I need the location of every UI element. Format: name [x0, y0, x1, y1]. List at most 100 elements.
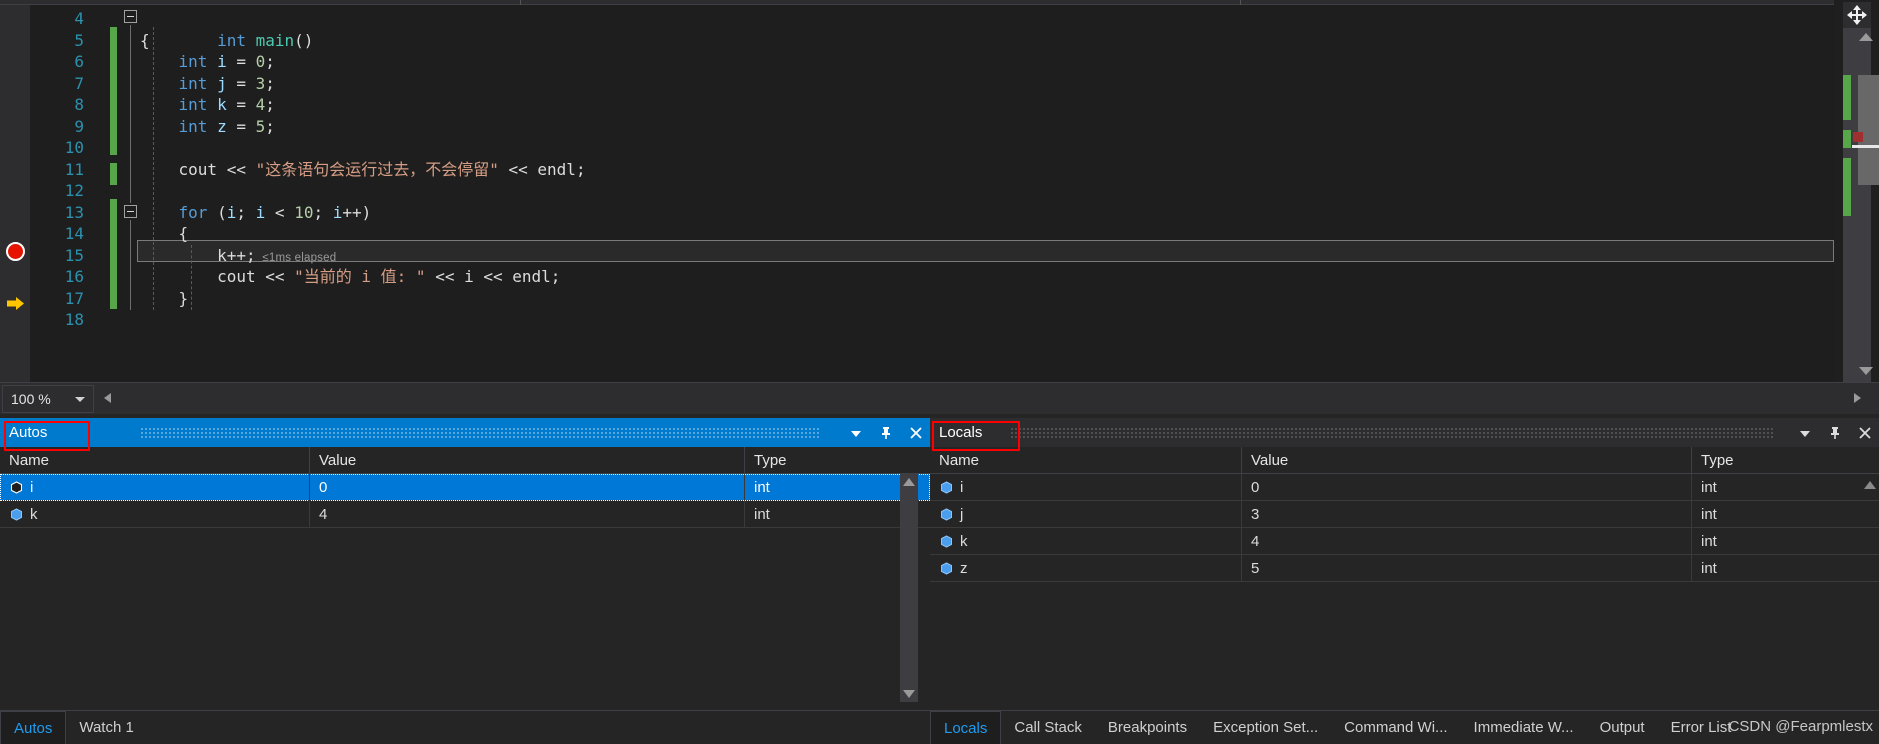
fold-toggle-icon[interactable]	[124, 10, 137, 23]
split-view-handle[interactable]	[1843, 2, 1871, 28]
locals-row-value[interactable]: 3	[1242, 500, 1692, 528]
code-folding-gutter[interactable]	[122, 5, 140, 382]
table-row[interactable]: k 4 int	[0, 500, 930, 528]
tab-command-window[interactable]: Command Wi...	[1331, 711, 1460, 744]
autos-row-value[interactable]: 0	[310, 474, 745, 501]
locals-scroll-up-arrow-icon[interactable]	[1861, 474, 1879, 496]
scroll-left-arrow-icon[interactable]	[100, 390, 116, 406]
locals-row-name[interactable]: k	[930, 527, 1242, 555]
locals-grid-body[interactable]: i 0 int j 3 int k 4 int z 5 int	[930, 474, 1879, 702]
line-number: 6	[74, 52, 84, 71]
table-row[interactable]: j 3 int	[930, 500, 1879, 528]
tab-breakpoints[interactable]: Breakpoints	[1095, 711, 1200, 744]
tab-exception-settings[interactable]: Exception Set...	[1200, 711, 1331, 744]
editor-vertical-scrollbar[interactable]	[1834, 0, 1879, 382]
scroll-up-arrow-icon[interactable]	[900, 474, 918, 490]
autos-grid-body[interactable]: i 0 int k 4 int	[0, 474, 930, 702]
chevron-down-icon[interactable]	[1797, 425, 1813, 441]
locals-row-value[interactable]: 0	[1242, 474, 1692, 501]
table-row[interactable]: i 0 int	[0, 474, 930, 501]
panel-drag-grip[interactable]	[140, 427, 820, 438]
fold-toggle-icon[interactable]	[124, 205, 137, 218]
tab-call-stack[interactable]: Call Stack	[1001, 711, 1095, 744]
breakpoint-marker[interactable]	[6, 242, 25, 261]
locals-panel: Locals Name Value Type i 0 int j 3 int k…	[930, 418, 1879, 744]
autos-panel-tabs[interactable]: Autos Watch 1	[0, 710, 930, 744]
autos-panel-titlebar[interactable]: Autos	[0, 418, 930, 447]
autos-row-name[interactable]: i	[0, 474, 310, 501]
close-icon[interactable]	[1857, 425, 1873, 441]
csdn-watermark: CSDN @Fearpmlestx	[1728, 718, 1873, 735]
chevron-down-icon[interactable]	[848, 425, 864, 441]
locals-grid-header: Name Value Type	[930, 446, 1879, 474]
locals-row-name[interactable]: j	[930, 500, 1242, 528]
zoom-level-value: 100 %	[11, 391, 51, 407]
code-editor[interactable]: 4 5 6 7 8 9 10 11 12 13 14 15 16 17 18 i…	[0, 0, 1879, 382]
tab-locals[interactable]: Locals	[930, 711, 1002, 744]
line-number: 13	[64, 202, 84, 222]
autos-column-value[interactable]: Value	[310, 446, 745, 474]
locals-row-type: int	[1701, 532, 1717, 550]
code-text-area[interactable]: int main() { int i = 0; int j = 3; int k…	[140, 5, 1834, 382]
scroll-up-arrow-icon[interactable]	[1852, 28, 1879, 46]
line-number: 8	[74, 95, 84, 114]
variable-icon	[940, 507, 953, 521]
autos-panel: Autos Name Value Type i 0 int k 4 int Au…	[0, 418, 930, 744]
change-bar-gutter	[110, 5, 117, 382]
autos-grid-header: Name Value Type	[0, 446, 930, 474]
table-row[interactable]: z 5 int	[930, 554, 1879, 582]
variable-icon	[940, 480, 953, 494]
autos-column-name[interactable]: Name	[0, 446, 310, 474]
autos-row-value[interactable]: 4	[310, 500, 745, 528]
scroll-down-arrow-icon[interactable]	[900, 686, 918, 702]
autos-row-name[interactable]: k	[0, 500, 310, 528]
breakpoint-gutter[interactable]	[0, 5, 30, 382]
locals-panel-titlebar[interactable]: Locals	[930, 418, 1879, 447]
autos-panel-title: Autos	[9, 424, 48, 441]
panel-drag-grip[interactable]	[1010, 427, 1774, 438]
tab-output[interactable]: Output	[1587, 711, 1658, 744]
line-number: 10	[64, 138, 84, 157]
table-row[interactable]: i 0 int	[930, 474, 1879, 501]
line-number: 9	[74, 116, 84, 136]
change-marker	[1843, 158, 1851, 216]
close-icon[interactable]	[908, 425, 924, 441]
scrollbar-track[interactable]	[1843, 28, 1879, 382]
table-row[interactable]: k 4 int	[930, 527, 1879, 555]
pin-icon[interactable]	[878, 425, 894, 441]
autos-column-type[interactable]: Type	[745, 447, 912, 474]
variable-icon	[940, 561, 953, 575]
line-number: 17	[64, 288, 84, 308]
locals-row-type: int	[1701, 505, 1717, 523]
autos-vertical-scrollbar[interactable]	[900, 474, 918, 702]
autos-row-type: int	[754, 505, 770, 523]
line-number-gutter: 4 5 6 7 8 9 10 11 12 13 14 15 16 17 18	[30, 5, 92, 382]
locals-row-value[interactable]: 4	[1242, 527, 1692, 555]
zoom-level-selector[interactable]: 100 %	[2, 385, 94, 413]
locals-column-name[interactable]: Name	[930, 446, 1242, 474]
locals-row-value[interactable]: 5	[1242, 554, 1692, 582]
breakpoint-marker-mini	[1853, 132, 1863, 142]
variable-icon	[940, 534, 953, 548]
pin-icon[interactable]	[1827, 425, 1843, 441]
tab-watch-1[interactable]: Watch 1	[66, 711, 146, 744]
line-number: 14	[64, 224, 84, 243]
scroll-right-arrow-icon[interactable]	[1849, 390, 1865, 406]
locals-row-name[interactable]: z	[930, 554, 1242, 582]
tab-immediate-window[interactable]: Immediate W...	[1461, 711, 1587, 744]
scrollbar-thumb[interactable]	[1858, 75, 1879, 185]
locals-column-value[interactable]: Value	[1242, 446, 1692, 474]
current-statement-arrow-icon	[6, 294, 25, 313]
chevron-down-icon	[75, 397, 85, 402]
line-number: 16	[64, 267, 84, 286]
line-number: 15	[64, 245, 84, 265]
locals-column-type[interactable]: Type	[1692, 447, 1862, 474]
change-marker	[1843, 130, 1851, 148]
elapsed-time-annotation: ≤1ms elapsed	[262, 251, 337, 264]
line-number: 11	[64, 159, 84, 179]
locals-row-name[interactable]: i	[930, 474, 1242, 501]
line-number: 5	[74, 30, 84, 50]
tab-autos[interactable]: Autos	[0, 711, 67, 744]
scroll-down-arrow-icon[interactable]	[1852, 362, 1879, 380]
line-number: 7	[74, 73, 84, 93]
